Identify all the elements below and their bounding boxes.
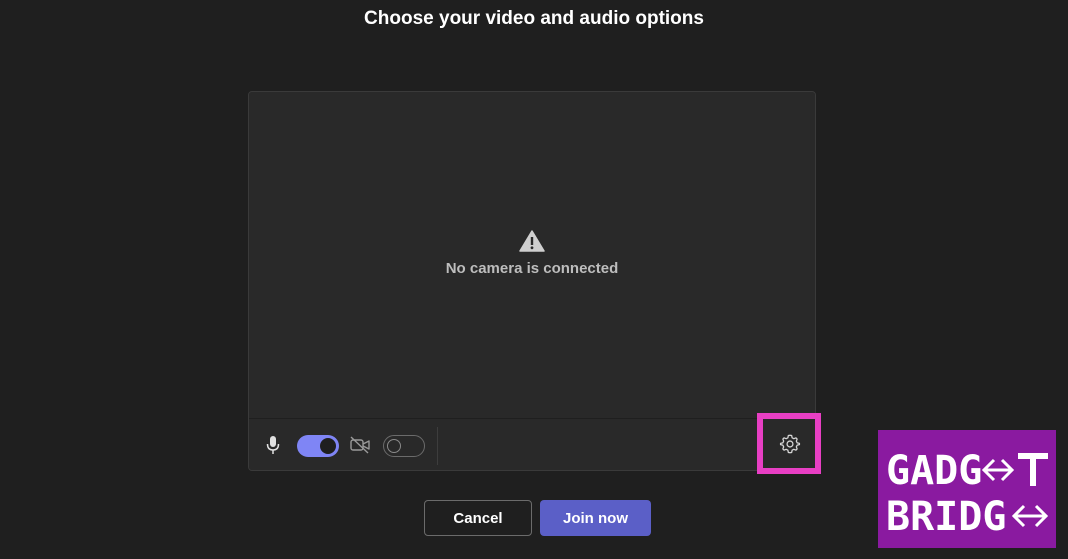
logo-e-arrow-bottom	[1011, 504, 1049, 528]
logo-line-1: GADG	[886, 448, 982, 494]
logo-t	[1018, 453, 1048, 486]
video-preview-card: No camera is connected	[248, 91, 816, 471]
no-camera-text: No camera is connected	[445, 260, 619, 277]
camera-off-icon	[349, 435, 371, 455]
toggle-knob	[387, 439, 401, 453]
meeting-prejoin-screen: Choose your video and audio options No c…	[0, 0, 1068, 559]
gear-icon	[779, 434, 801, 454]
device-settings-button[interactable]	[779, 433, 801, 455]
logo-line-2: BRIDG	[886, 494, 1006, 540]
camera-toggle[interactable]	[383, 435, 425, 457]
logo-e-arrow-top	[981, 458, 1015, 482]
cancel-button[interactable]: Cancel	[424, 500, 532, 536]
controls-divider	[437, 427, 438, 465]
gadget-bridge-logo: GADG BRIDG	[886, 448, 1049, 540]
page-title: Choose your video and audio options	[364, 8, 704, 29]
video-preview-area: No camera is connected	[249, 92, 815, 418]
toggle-knob	[320, 438, 336, 454]
join-now-button[interactable]: Join now	[540, 500, 651, 536]
microphone-icon	[263, 434, 283, 456]
microphone-toggle[interactable]	[297, 435, 339, 457]
device-controls-bar	[249, 418, 815, 470]
no-camera-message: No camera is connected	[249, 230, 815, 277]
warning-icon	[519, 230, 545, 252]
watermark-logo: GADG BRIDG	[878, 430, 1056, 548]
